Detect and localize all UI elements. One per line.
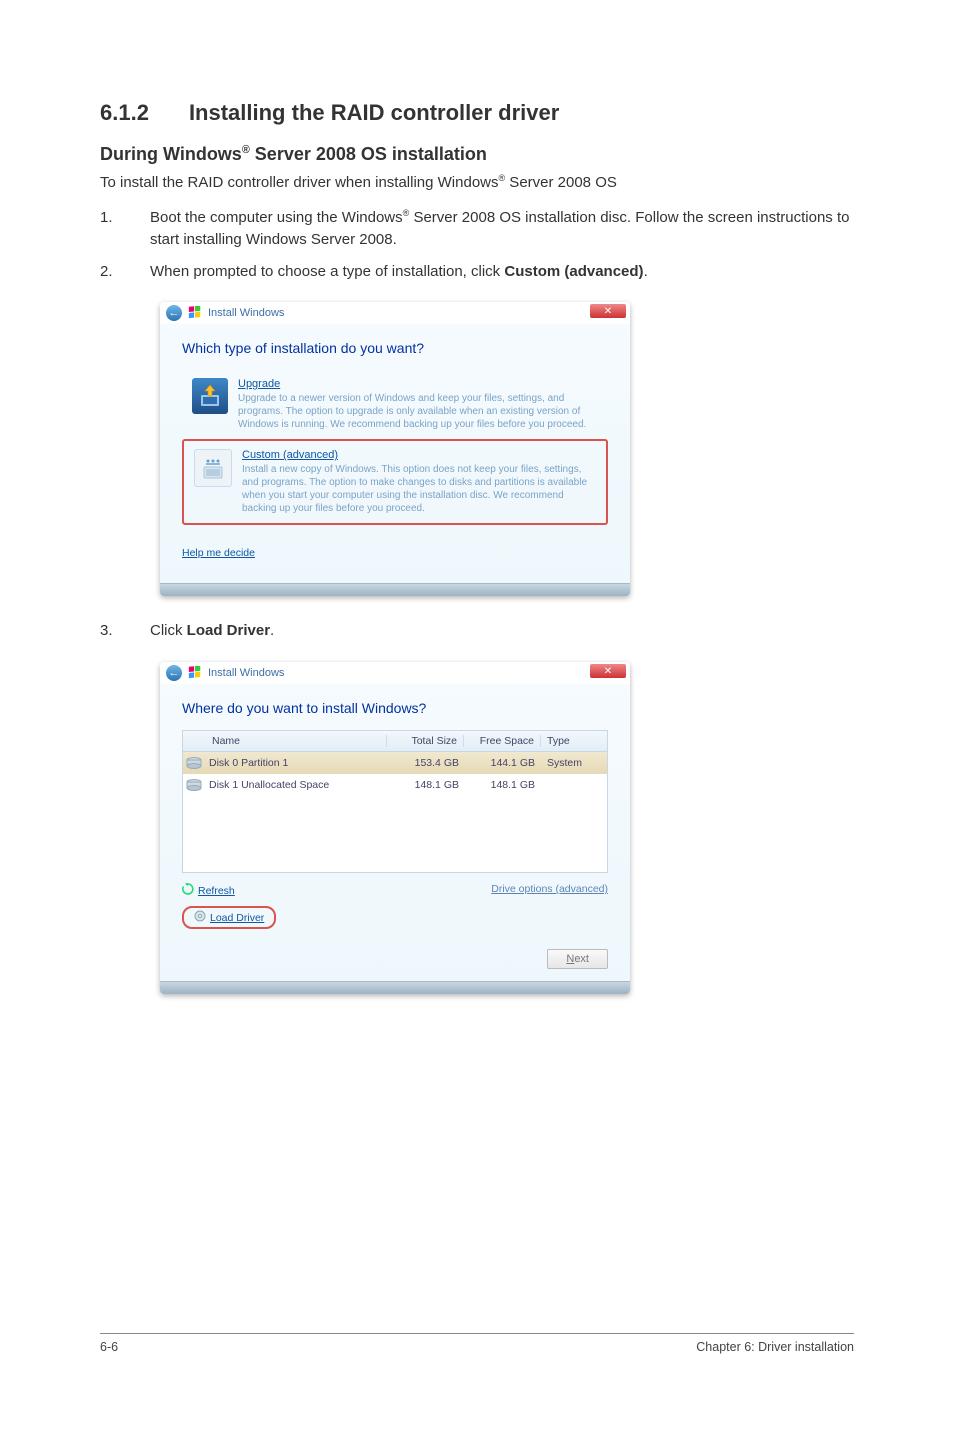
- refresh-link[interactable]: Refresh: [182, 883, 276, 898]
- back-arrow-icon: ←: [169, 307, 180, 319]
- back-button[interactable]: ←: [166, 305, 182, 321]
- upgrade-icon: [192, 378, 228, 414]
- disk-type: System: [541, 757, 607, 769]
- disk-row[interactable]: Disk 0 Partition 1 153.4 GB 144.1 GB Sys…: [183, 752, 607, 774]
- custom-title: Custom (advanced): [242, 449, 596, 461]
- screenshot-install-location: ← Install Windows ✕ Where do you want to…: [160, 662, 630, 994]
- disk-free: 144.1 GB: [465, 757, 541, 769]
- back-button[interactable]: ←: [166, 665, 182, 681]
- close-icon: ✕: [604, 306, 612, 317]
- col-free-space[interactable]: Free Space: [464, 735, 541, 747]
- windows-flag-icon: [188, 666, 202, 680]
- window-title: Install Windows: [208, 307, 284, 319]
- col-total-size[interactable]: Total Size: [387, 735, 464, 747]
- upgrade-option[interactable]: Upgrade Upgrade to a newer version of Wi…: [182, 370, 608, 439]
- refresh-icon: [182, 883, 194, 898]
- next-button[interactable]: Next: [547, 949, 608, 969]
- disk-total: 148.1 GB: [389, 779, 465, 791]
- help-me-decide-link[interactable]: Help me decide: [182, 547, 608, 559]
- titlebar: ← Install Windows ✕: [160, 302, 630, 324]
- footer-strip: [160, 583, 630, 596]
- col-type[interactable]: Type: [541, 735, 607, 747]
- close-button[interactable]: ✕: [590, 664, 626, 678]
- custom-option[interactable]: Custom (advanced) Install a new copy of …: [182, 439, 608, 525]
- custom-icon: [194, 449, 232, 487]
- step-number: 1.: [100, 207, 150, 251]
- close-button[interactable]: ✕: [590, 304, 626, 318]
- close-icon: ✕: [604, 666, 612, 677]
- disk-icon: [183, 757, 205, 769]
- page-footer: 6-6 Chapter 6: Driver installation: [100, 1333, 854, 1354]
- step-1: 1. Boot the computer using the Windows® …: [100, 207, 854, 251]
- intro-text: To install the RAID controller driver wh…: [100, 173, 854, 191]
- disk-list: Disk 0 Partition 1 153.4 GB 144.1 GB Sys…: [182, 752, 608, 873]
- step-3: 3. Click Load Driver.: [100, 620, 854, 642]
- dialog-question: Which type of installation do you want?: [182, 340, 608, 356]
- dialog-question: Where do you want to install Windows?: [182, 700, 608, 716]
- disk-total: 153.4 GB: [389, 757, 465, 769]
- disk-list-header: Name Total Size Free Space Type: [182, 730, 608, 752]
- custom-desc: Install a new copy of Windows. This opti…: [242, 463, 596, 515]
- step-number: 2.: [100, 261, 150, 283]
- disk-name: Disk 1 Unallocated Space: [205, 779, 389, 791]
- chapter-title: Chapter 6: Driver installation: [696, 1340, 854, 1354]
- drive-options-link[interactable]: Drive options (advanced): [491, 883, 608, 929]
- step-2: 2. When prompted to choose a type of ins…: [100, 261, 854, 283]
- disk-name: Disk 0 Partition 1: [205, 757, 389, 769]
- footer-strip: [160, 981, 630, 994]
- screenshot-install-type: ← Install Windows ✕ Which type of instal…: [160, 302, 630, 596]
- upgrade-title: Upgrade: [238, 378, 598, 390]
- titlebar: ← Install Windows ✕: [160, 662, 630, 684]
- section-heading: 6.1.2 Installing the RAID controller driv…: [100, 100, 854, 126]
- disk-icon: [183, 779, 205, 791]
- section-number: 6.1.2: [100, 100, 149, 126]
- window-title: Install Windows: [208, 667, 284, 679]
- disk-free: 148.1 GB: [465, 779, 541, 791]
- windows-flag-icon: [188, 306, 202, 320]
- back-arrow-icon: ←: [169, 667, 180, 679]
- page-number: 6-6: [100, 1340, 118, 1354]
- col-name[interactable]: Name: [206, 735, 387, 747]
- load-driver-link[interactable]: Load Driver: [182, 906, 276, 929]
- sub-heading: During Windows® Server 2008 OS installat…: [100, 144, 854, 165]
- disk-row[interactable]: Disk 1 Unallocated Space 148.1 GB 148.1 …: [183, 774, 607, 796]
- step-number: 3.: [100, 620, 150, 642]
- disc-icon: [194, 910, 206, 925]
- section-title: Installing the RAID controller driver: [189, 100, 559, 125]
- upgrade-desc: Upgrade to a newer version of Windows an…: [238, 392, 598, 431]
